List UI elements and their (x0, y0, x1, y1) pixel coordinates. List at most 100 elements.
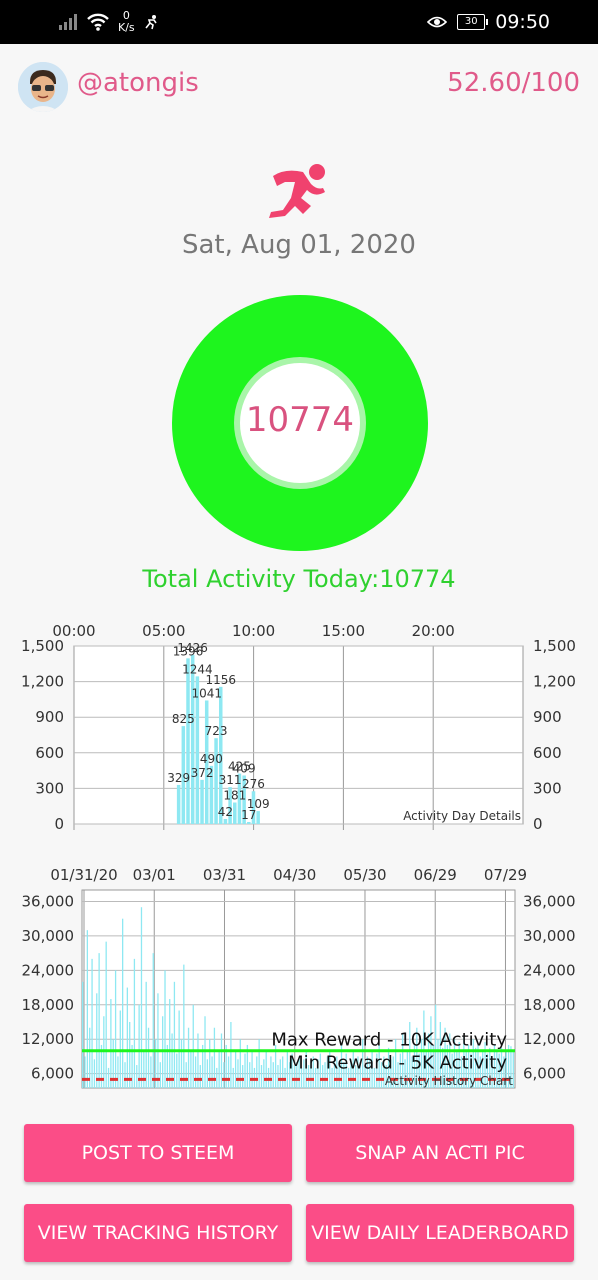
chart-label: Activity Day Details (403, 809, 521, 823)
avatar[interactable] (18, 62, 68, 112)
y-tick-label-right: 6,000 (523, 1065, 566, 1083)
x-tick-label: 15:00 (322, 622, 365, 640)
y-tick-label-right: 300 (533, 779, 562, 797)
net-speed: 0 K/s (118, 10, 135, 34)
bar (82, 981, 84, 1088)
bar (270, 1056, 272, 1088)
y-tick-label-right: 24,000 (523, 961, 576, 979)
battery-icon: 30 (457, 14, 489, 30)
bar (251, 1050, 253, 1088)
y-tick-label-right: 18,000 (523, 996, 576, 1014)
bar (233, 802, 237, 824)
max-reward-label: Max Reward - 10K Activity (271, 1030, 507, 1051)
bar (249, 1062, 251, 1088)
runner-status-icon (145, 15, 157, 30)
bar (159, 1062, 161, 1088)
bar (242, 1065, 244, 1088)
y-tick-label-left: 6,000 (31, 1065, 74, 1083)
data-label: 329 (167, 771, 190, 785)
bar (185, 1062, 187, 1088)
net-speed-unit: K/s (118, 21, 135, 34)
x-tick-label: 10:00 (232, 622, 275, 640)
data-label: 1426 (177, 641, 208, 655)
bar (173, 981, 176, 1088)
bar (206, 1059, 209, 1088)
x-tick-label: 05/30 (343, 866, 386, 884)
wifi-icon (87, 13, 109, 31)
data-label: 825 (172, 712, 195, 726)
ring-value: 10774 (245, 400, 355, 440)
bar (84, 1056, 86, 1088)
y-tick-label-left: 600 (35, 744, 64, 762)
bar (282, 1056, 284, 1088)
bar (223, 819, 228, 824)
y-tick-label-left: 24,000 (22, 961, 75, 979)
data-label: 276 (242, 777, 265, 791)
bar (107, 1067, 110, 1088)
eye-comfort-icon (427, 16, 448, 28)
bar (110, 999, 112, 1088)
bar (200, 779, 204, 824)
bar (258, 1039, 260, 1088)
bar (186, 658, 190, 824)
bar (164, 970, 166, 1088)
bar (216, 1067, 218, 1088)
status-bar: 0 K/s 30 09:50 (0, 0, 598, 44)
activity-history-chart: 01/31/20 03/01 03/31 04/30 05/30 06/29 07/29 6,… (22, 866, 576, 1089)
bar (260, 1065, 263, 1088)
bar (145, 981, 147, 1088)
min-reward-label: Min Reward - 5K Activity (288, 1052, 507, 1073)
post-to-steem-button[interactable]: POST TO STEEM (24, 1124, 292, 1182)
bar (147, 1027, 150, 1088)
data-label: 109 (247, 797, 270, 811)
x-tick-label: 01/31/20 (50, 866, 117, 884)
bar (265, 1050, 267, 1088)
bar (122, 918, 124, 1088)
view-daily-leaderboard-button[interactable]: VIEW DAILY LEADERBOARD (306, 1204, 574, 1262)
bar (237, 1059, 239, 1088)
bar (218, 1050, 220, 1088)
bar (272, 1062, 274, 1088)
bar (187, 1027, 190, 1088)
x-tick-label: 07/29 (484, 866, 527, 884)
bar (124, 1062, 126, 1088)
bar (220, 1033, 223, 1088)
bar (136, 1065, 138, 1088)
y-tick-label-right: 0 (533, 815, 543, 833)
bar (227, 1056, 230, 1088)
y-tick-label-left: 1,500 (21, 637, 64, 655)
bar (230, 1022, 232, 1088)
clock: 09:50 (495, 11, 550, 33)
bar (192, 1004, 194, 1088)
bar (96, 993, 98, 1088)
bar (247, 821, 251, 824)
y-tick-label-right: 1,200 (533, 673, 576, 691)
score: 52.60/100 (447, 68, 580, 98)
data-label: 409 (233, 761, 256, 775)
bar (232, 1067, 234, 1088)
view-tracking-history-button[interactable]: VIEW TRACKING HISTORY (24, 1204, 292, 1262)
bar (117, 1056, 119, 1088)
x-tick-label: 05:00 (142, 622, 185, 640)
bar (256, 1056, 258, 1088)
bar (244, 1053, 246, 1088)
bar (277, 1065, 279, 1088)
y-tick-label-right: 12,000 (523, 1030, 576, 1048)
bar (234, 1050, 237, 1088)
bar (176, 1053, 178, 1088)
signal-icon (59, 14, 77, 30)
snap-acti-pic-button[interactable]: SNAP AN ACTI PIC (306, 1124, 574, 1182)
activity-day-chart: 00:00 05:00 10:00 15:00 20:000 0300 300600 6009… (21, 622, 576, 833)
data-label: 1041 (191, 686, 222, 700)
bar (176, 784, 181, 824)
runner-icon (269, 164, 325, 218)
y-tick-label-right: 30,000 (523, 927, 576, 945)
bar (126, 987, 129, 1088)
bar (143, 1050, 145, 1088)
y-tick-label-right: 1,500 (533, 637, 576, 655)
bar (91, 958, 93, 1088)
x-tick-label: 04/30 (273, 866, 316, 884)
username[interactable]: @atongis (77, 68, 199, 98)
activity-date: Sat, Aug 01, 2020 (182, 230, 416, 260)
bar (157, 993, 159, 1088)
